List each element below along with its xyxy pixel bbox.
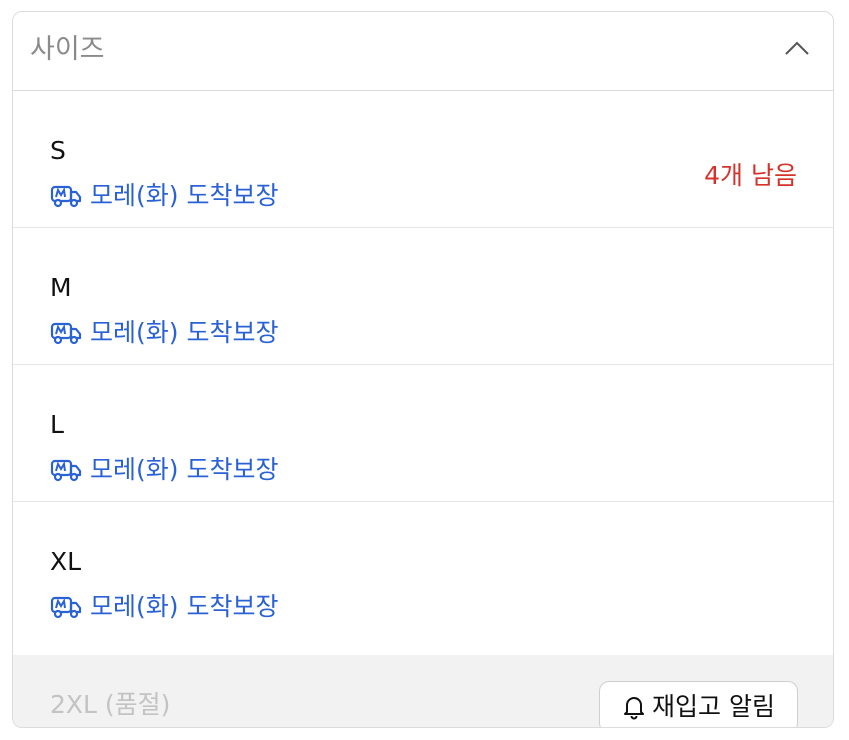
size-option-2xl-soldout: 2XL (품절) 재입고 알림 xyxy=(13,655,833,727)
dropdown-header[interactable]: 사이즈 xyxy=(13,12,833,91)
size-label: XL xyxy=(50,547,82,576)
delivery-info: 모레(화) 도착보장 xyxy=(50,316,278,350)
size-option-m[interactable]: M 모레(화) 도착보장 xyxy=(13,228,833,365)
stock-remaining-label: 4개 남음 xyxy=(704,161,797,190)
dropdown-title: 사이즈 xyxy=(30,34,105,65)
size-option-xl[interactable]: XL 모레(화) 도착보장 xyxy=(13,502,833,639)
restock-alert-button[interactable]: 재입고 알림 xyxy=(599,681,798,727)
chevron-up-icon[interactable] xyxy=(783,38,811,58)
size-label: L xyxy=(50,410,64,439)
bell-icon xyxy=(624,697,645,720)
delivery-info: 모레(화) 도착보장 xyxy=(50,179,278,213)
delivery-info: 모레(화) 도착보장 xyxy=(50,453,278,487)
delivery-text: 모레(화) 도착보장 xyxy=(90,181,279,210)
size-label: M xyxy=(50,273,72,302)
soldout-size-label: 2XL (품절) xyxy=(50,690,171,719)
delivery-truck-icon xyxy=(50,322,82,345)
delivery-info: 모레(화) 도착보장 xyxy=(50,590,278,624)
size-option-l[interactable]: L 모레(화) 도착보장 xyxy=(13,365,833,502)
delivery-truck-icon xyxy=(50,185,82,208)
restock-button-label: 재입고 알림 xyxy=(652,692,775,721)
delivery-truck-icon xyxy=(50,459,82,482)
size-label: S xyxy=(50,136,66,165)
delivery-truck-icon xyxy=(50,596,82,619)
delivery-text: 모레(화) 도착보장 xyxy=(90,592,279,621)
size-dropdown: 사이즈 S 모레(화) 도착보장 M 모레(화) 도착보장 L 모레(화) 도착… xyxy=(12,11,834,728)
delivery-text: 모레(화) 도착보장 xyxy=(90,455,279,484)
delivery-text: 모레(화) 도착보장 xyxy=(90,318,279,347)
